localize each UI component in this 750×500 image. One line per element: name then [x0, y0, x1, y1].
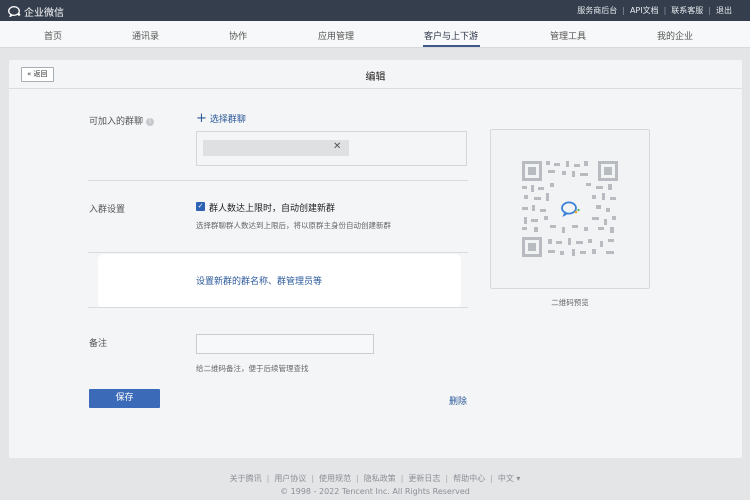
page-title: 编辑: [365, 72, 386, 83]
footer-separator: |: [490, 474, 493, 483]
top-link-logout[interactable]: 退出: [716, 5, 732, 16]
language-selector[interactable]: 中文 ▾: [498, 474, 521, 483]
auto-create-checkbox[interactable]: ✓: [196, 202, 205, 211]
main-nav: 首页 通讯录 协作 应用管理 客户与上下游 管理工具 我的企业: [0, 21, 750, 48]
section-divider: [88, 252, 468, 253]
top-link-contact-support[interactable]: 联系客服: [671, 5, 703, 16]
footer-separator: |: [311, 474, 315, 483]
remove-chat-icon[interactable]: ✕: [333, 141, 341, 152]
wecom-logo-icon: [8, 6, 21, 17]
footer-link-changelog[interactable]: 更新日志: [408, 474, 440, 483]
footer-link-user-agreement[interactable]: 用户协议: [274, 474, 306, 483]
select-chat-button[interactable]: + 选择群聊: [196, 110, 246, 126]
top-link-provider-console[interactable]: 服务商后台: [577, 5, 617, 16]
new-group-settings-panel: 设置新群的群名称、群管理员等: [98, 254, 461, 308]
top-link-separator: |: [663, 6, 667, 15]
qr-preview-caption: 二维码预览: [551, 298, 589, 307]
edit-card: « 返回 编辑 可加入的群聊 i + 选择群聊 ✕ 入群设置 ✓ 群人数达上限时，…: [9, 60, 742, 458]
copyright: © 1998 - 2022 Tencent Inc. All Rights Re…: [280, 487, 470, 496]
selected-chat-chip: ✕: [203, 140, 349, 156]
footer-separator: |: [400, 474, 404, 483]
footer-separator: |: [445, 474, 449, 483]
plus-icon: +: [196, 110, 207, 126]
qr-code-image: [522, 161, 618, 257]
qr-preview-frame: [490, 129, 650, 289]
note-label: 备注: [89, 339, 108, 349]
auto-create-hint: 选择群聊群人数达到上限后，将以原群主身份自动创建新群: [196, 221, 391, 230]
footer-link-help-center[interactable]: 帮助中心: [453, 474, 485, 483]
info-icon[interactable]: i: [146, 118, 155, 126]
top-link-api-docs[interactable]: API文档: [630, 5, 659, 16]
selected-chats-box: ✕: [196, 131, 467, 166]
top-bar: 企业微信 服务商后台 | API文档 | 联系客服 | 退出: [0, 0, 750, 21]
card-header: « 返回 编辑: [9, 60, 742, 89]
app-logo-text: 企业微信: [24, 8, 64, 19]
select-chat-label: 选择群聊: [209, 115, 246, 125]
footer-separator: |: [266, 474, 270, 483]
group-chats-label-text: 可加入的群聊: [89, 117, 144, 127]
nav-item-my-enterprise[interactable]: 我的企业: [657, 29, 693, 42]
qr-code-icon: [522, 161, 618, 257]
footer-link-usage-rules[interactable]: 使用规范: [319, 474, 351, 483]
nav-item-contacts[interactable]: 通讯录: [132, 29, 159, 42]
top-link-separator: |: [622, 6, 625, 15]
nav-item-app-management[interactable]: 应用管理: [318, 29, 354, 42]
nav-item-customers[interactable]: 客户与上下游: [424, 29, 478, 42]
app-logo[interactable]: 企业微信: [8, 4, 64, 19]
section-divider: [88, 180, 468, 181]
top-link-separator: |: [708, 6, 711, 15]
top-links: 服务商后台 | API文档 | 联系客服 | 退出: [577, 5, 732, 16]
section-divider: [88, 307, 468, 308]
auto-create-label[interactable]: 群人数达上限时，自动创建新群: [209, 201, 335, 214]
nav-item-home[interactable]: 首页: [44, 29, 62, 42]
save-button[interactable]: 保存: [89, 389, 160, 408]
nav-item-management-tools[interactable]: 管理工具: [550, 29, 586, 42]
footer-link-about[interactable]: 关于腾讯: [230, 474, 262, 483]
new-group-settings-link[interactable]: 设置新群的群名称、群管理员等: [196, 274, 322, 287]
delete-link[interactable]: 删除: [449, 394, 467, 407]
nav-active-indicator: [423, 45, 480, 47]
nav-item-collaboration[interactable]: 协作: [229, 29, 247, 42]
footer-links: 关于腾讯 | 用户协议 | 使用规范 | 隐私政策 | 更新日志 | 帮助中心 | 中文 ▾: [0, 473, 750, 484]
note-input[interactable]: [196, 334, 374, 354]
note-hint: 给二维码备注，便于后续管理查找: [196, 364, 309, 373]
footer-separator: |: [356, 474, 359, 483]
join-settings-label: 入群设置: [89, 205, 126, 215]
group-chats-label: 可加入的群聊 i: [89, 114, 155, 127]
footer-link-privacy[interactable]: 隐私政策: [364, 474, 396, 483]
